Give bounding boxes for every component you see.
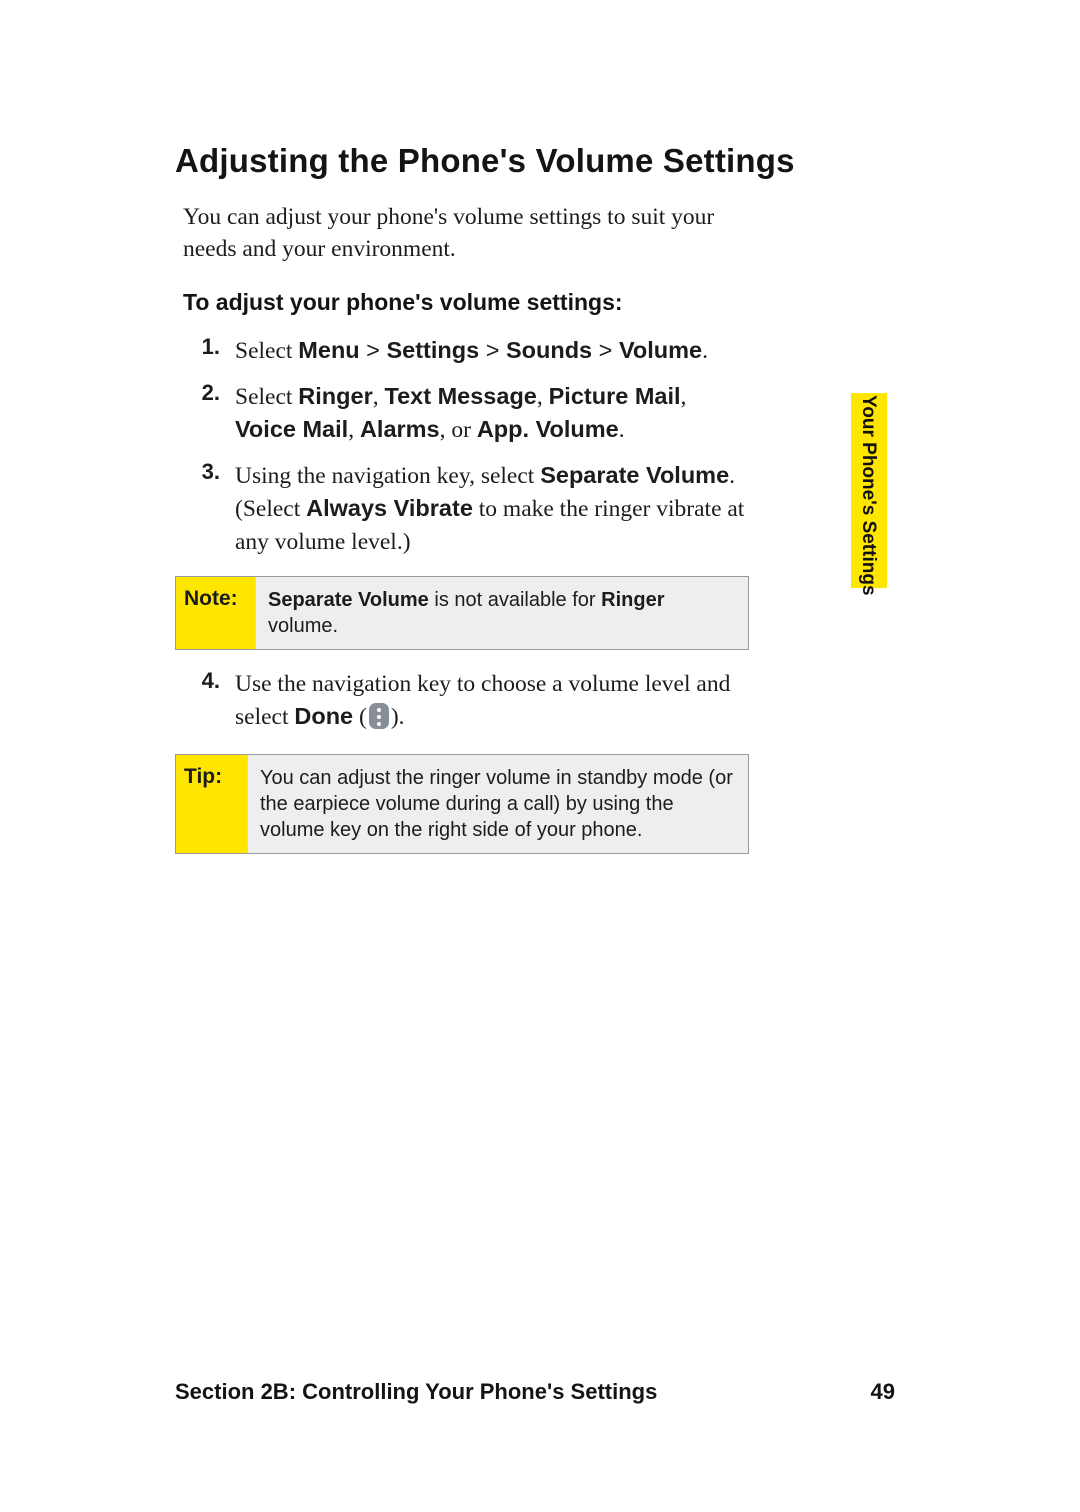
tip-callout: Tip: You can adjust the ringer volume in…: [175, 754, 749, 854]
steps-list: 1. Select Menu > Settings > Sounds > Vol…: [175, 334, 750, 558]
manual-page: Adjusting the Phone's Volume Settings Yo…: [0, 0, 1080, 1512]
note-body: Separate Volume is not available for Rin…: [256, 577, 748, 649]
tip-body: You can adjust the ringer volume in stan…: [248, 755, 748, 853]
softkey-icon: [369, 703, 389, 729]
note-callout: Note: Separate Volume is not available f…: [175, 576, 749, 650]
step-body: Use the navigation key to choose a volum…: [235, 668, 750, 734]
step-number: 3.: [175, 459, 235, 485]
side-tab: Your Phone's Settings: [851, 393, 887, 588]
step-4: 4. Use the navigation key to choose a vo…: [175, 668, 750, 734]
side-tab-label: Your Phone's Settings: [857, 395, 879, 596]
step-body: Select Menu > Settings > Sounds > Volume…: [235, 334, 750, 367]
step-body: Select Ringer, Text Message, Picture Mai…: [235, 380, 750, 447]
page-title: Adjusting the Phone's Volume Settings: [175, 142, 915, 180]
step-body: Using the navigation key, select Separat…: [235, 459, 750, 558]
page-content: Adjusting the Phone's Volume Settings Yo…: [175, 142, 915, 868]
footer-title: Section 2B: Controlling Your Phone's Set…: [175, 1379, 657, 1405]
step-number: 4.: [175, 668, 235, 694]
tip-label: Tip:: [176, 755, 248, 853]
note-label: Note:: [176, 577, 256, 649]
page-number: 49: [871, 1379, 895, 1405]
step-number: 2.: [175, 380, 235, 406]
step-2: 2. Select Ringer, Text Message, Picture …: [175, 380, 750, 447]
step-1: 1. Select Menu > Settings > Sounds > Vol…: [175, 334, 750, 367]
intro-paragraph: You can adjust your phone's volume setti…: [183, 202, 743, 265]
steps-list-continued: 4. Use the navigation key to choose a vo…: [175, 668, 750, 734]
page-footer: Section 2B: Controlling Your Phone's Set…: [175, 1379, 895, 1405]
instruction-heading: To adjust your phone's volume settings:: [183, 289, 915, 316]
step-3: 3. Using the navigation key, select Sepa…: [175, 459, 750, 558]
step-number: 1.: [175, 334, 235, 360]
